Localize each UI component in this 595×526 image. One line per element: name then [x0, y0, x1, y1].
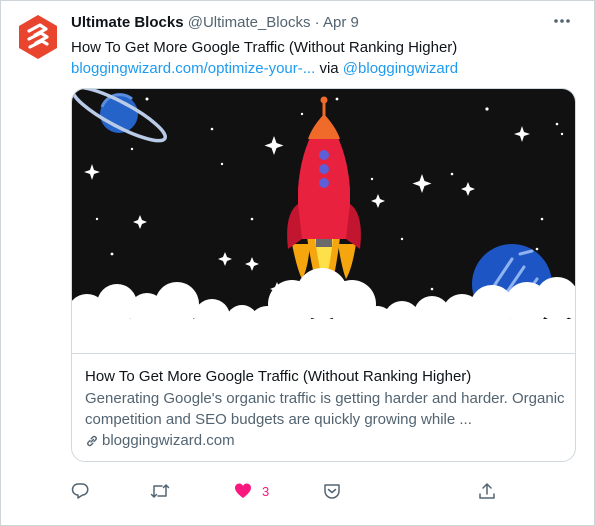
heart-icon [235, 483, 251, 498]
bookmark-icon [324, 484, 340, 499]
tweet-date[interactable]: Apr 9 [323, 14, 359, 31]
tweet-link[interactable]: bloggingwizard.com/optimize-your-... [71, 60, 315, 77]
reply-button[interactable] [71, 480, 89, 502]
author-name[interactable]: Ultimate Blocks [71, 14, 184, 31]
share-button[interactable] [478, 480, 496, 502]
card-image-rocket[interactable] [72, 89, 575, 353]
card-description[interactable]: Generating Google's organic traffic is g… [85, 388, 565, 430]
card-domain-text: bloggingwizard.com [102, 432, 235, 449]
reply-icon [71, 483, 89, 499]
author-handle[interactable]: @Ultimate_Blocks [188, 14, 311, 31]
card-title[interactable]: How To Get More Google Traffic (Without … [85, 367, 471, 387]
card-domain[interactable]: bloggingwizard.com [85, 430, 235, 451]
separator: · [314, 14, 320, 31]
tweet-actions: 3 [71, 480, 511, 504]
like-count: 3 [262, 483, 270, 499]
retweet-icon [150, 484, 170, 498]
mention-link[interactable]: @bloggingwizard [343, 60, 458, 77]
link-card[interactable]: How To Get More Google Traffic (Without … [71, 88, 576, 462]
tweet-title-line: How To Get More Google Traffic (Without … [71, 39, 458, 56]
like-button[interactable]: 3 [234, 480, 269, 502]
card-divider [72, 353, 575, 354]
via-label: via [319, 60, 339, 77]
more-icon[interactable] [549, 10, 575, 32]
share-icon [479, 483, 495, 499]
tweet-text: How To Get More Google Traffic (Without … [71, 37, 571, 79]
link-icon [87, 435, 97, 447]
tweet-header: Ultimate Blocks @Ultimate_Blocks · Apr 9 [71, 13, 359, 33]
retweet-button[interactable] [150, 480, 170, 502]
ultimate-blocks-logo[interactable] [15, 14, 61, 60]
bookmark-button[interactable] [323, 480, 341, 502]
